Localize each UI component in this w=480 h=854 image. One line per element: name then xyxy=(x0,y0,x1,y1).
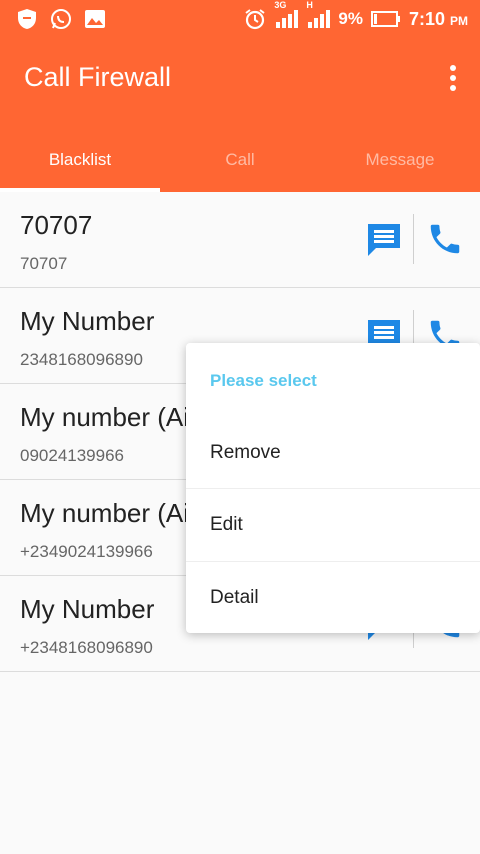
whatsapp-icon xyxy=(50,8,72,30)
contact-number: 09024139966 xyxy=(20,446,125,465)
menu-item-edit[interactable]: Edit xyxy=(186,489,480,561)
app-bar: Call Firewall xyxy=(0,38,480,122)
clock: 7:10 PM xyxy=(409,9,468,30)
contact-name: My number (Ai xyxy=(20,498,190,528)
network-type-label-2: H xyxy=(306,0,313,10)
image-icon xyxy=(84,8,106,30)
tab-bar: Blacklist Call Message xyxy=(0,122,480,192)
menu-title: Please select xyxy=(210,371,317,390)
contact-number: 70707 xyxy=(20,254,68,273)
contact-number: +2348168096890 xyxy=(20,638,153,657)
message-icon[interactable] xyxy=(366,222,402,258)
clock-time: 7:10 xyxy=(408,8,445,29)
contact-number: +2349024139966 xyxy=(20,542,153,561)
list-item[interactable]: 70707 70707 xyxy=(0,192,480,288)
signal-3g-icon: 3G xyxy=(274,0,299,28)
contact-name: My Number xyxy=(20,306,155,336)
divider xyxy=(413,214,414,264)
tab-blacklist[interactable]: Blacklist xyxy=(0,122,160,192)
menu-item-remove[interactable]: Remove xyxy=(186,417,480,489)
app-title: Call Firewall xyxy=(24,62,172,92)
menu-item-detail[interactable]: Detail xyxy=(186,562,480,634)
battery-percent: 9% xyxy=(338,9,363,28)
alarm-icon xyxy=(244,8,266,30)
status-bar: 3G H 9% 7:10 PM xyxy=(0,0,480,38)
clock-ampm: PM xyxy=(450,13,468,28)
context-menu: Please select Remove Edit Detail xyxy=(186,343,480,633)
contact-number: 2348168096890 xyxy=(20,350,143,369)
phone-icon[interactable] xyxy=(426,220,464,258)
contact-name: 70707 xyxy=(20,210,93,240)
signal-h-icon: H xyxy=(306,0,331,28)
contact-name: My Number xyxy=(20,594,155,624)
tab-call[interactable]: Call xyxy=(160,122,320,192)
contact-name: My number (Ai xyxy=(20,402,190,432)
more-vert-icon[interactable] xyxy=(448,64,458,92)
battery-icon xyxy=(370,8,401,30)
tab-message[interactable]: Message xyxy=(320,122,480,192)
shield-icon xyxy=(16,8,38,30)
network-type-label: 3G xyxy=(274,0,287,10)
